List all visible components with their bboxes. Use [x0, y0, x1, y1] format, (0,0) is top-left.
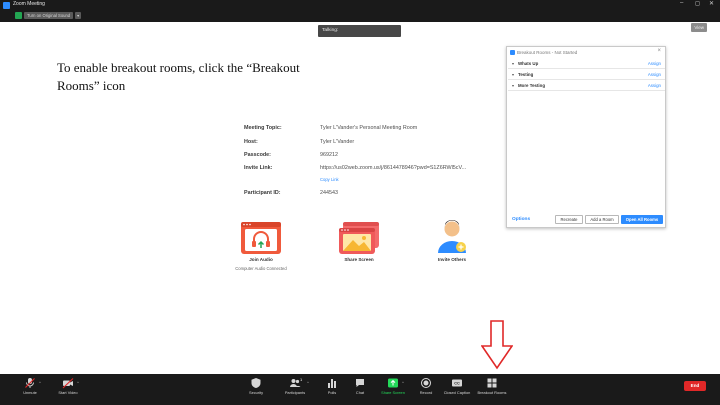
invite-others-tile[interactable]: Invite Others	[430, 219, 474, 262]
svg-text:CC: CC	[454, 382, 460, 386]
red-arrow-down-icon	[481, 320, 513, 370]
room-row-more-testing[interactable]: ▾ More Testing Assign	[508, 81, 665, 91]
info-label: Meeting Topic:	[244, 125, 282, 131]
join-audio-label: Join Audio	[249, 257, 273, 262]
unmute-button[interactable]: ^ Unmute	[12, 376, 48, 400]
share-screen-icon	[388, 378, 398, 388]
video-off-icon	[62, 378, 74, 389]
shield-icon	[251, 378, 261, 388]
instruction-text: To enable breakout rooms, click the “Bre…	[57, 59, 357, 95]
zoom-app-icon	[510, 50, 515, 55]
security-button[interactable]: Security	[238, 376, 274, 400]
invite-others-label: Invite Others	[437, 257, 467, 262]
breakout-rooms-label: Breakout Rooms	[477, 390, 507, 395]
participants-count: 1	[300, 377, 303, 382]
zoom-meeting-window: Zoom Meeting – ◻ ✕ Turn on Original Soun…	[0, 0, 720, 405]
info-label: Passcode:	[244, 152, 271, 158]
invite-link-value: https://us02web.zoom.us/j/8614478946?pwd…	[320, 165, 467, 171]
minimize-icon[interactable]: –	[680, 0, 683, 6]
add-room-button[interactable]: Add a Room	[585, 215, 619, 224]
instruction-line-2: Rooms” icon	[57, 78, 126, 93]
info-value: 244543	[320, 190, 338, 196]
participants-button[interactable]: 1 ^ Participants	[277, 376, 313, 400]
close-icon[interactable]: ✕	[709, 0, 714, 7]
room-name: More Testing	[518, 83, 545, 88]
shield-icon[interactable]	[15, 11, 22, 19]
zoom-app-icon	[3, 2, 10, 9]
chevron-up-icon[interactable]: ^	[307, 380, 309, 385]
maximize-icon[interactable]: ◻	[695, 0, 700, 7]
view-button[interactable]: View	[691, 23, 707, 32]
chat-icon	[356, 379, 364, 387]
panel-footer: Options Recreate Add a Room Open All Roo…	[507, 214, 665, 226]
join-audio-tile[interactable]: Join Audio Computer Audio Connected	[235, 221, 287, 271]
options-button[interactable]: Options	[512, 217, 530, 222]
title-bar: Zoom Meeting – ◻ ✕ Turn on Original Soun…	[0, 0, 720, 22]
talking-indicator: Talking:	[318, 25, 401, 37]
meeting-toolbar: ^ Unmute ^ Start Video Security 1 ^ Part…	[0, 374, 720, 405]
info-label: Invite Link:	[244, 165, 273, 171]
start-video-button[interactable]: ^ Start Video	[50, 376, 86, 400]
info-label: Participant ID:	[244, 190, 281, 196]
info-value: Tyler L'Vander's Personal Meeting Room	[320, 125, 418, 131]
breakout-rooms-panel: Breakout Rooms - Not Started × ▾ Whats U…	[506, 46, 666, 228]
copy-link[interactable]: Copy Link	[320, 177, 339, 182]
breakout-rooms-icon	[487, 378, 497, 388]
room-row-testing[interactable]: ▾ Testing Assign	[508, 70, 665, 80]
assign-link[interactable]: Assign	[648, 61, 661, 66]
room-name: Whats Up	[518, 61, 539, 66]
breakout-rooms-button[interactable]: Breakout Rooms	[474, 376, 510, 400]
info-value: 969212	[320, 152, 338, 158]
closed-caption-icon: CC	[452, 379, 462, 387]
info-value: Tyler L'Vander	[320, 139, 355, 145]
chevron-down-icon[interactable]: ▾	[512, 72, 514, 77]
room-row-whats-up[interactable]: ▾ Whats Up Assign	[508, 59, 665, 69]
start-video-label: Start Video	[58, 390, 78, 395]
share-screen-label: Share Screen	[344, 257, 374, 262]
closed-caption-button[interactable]: CC Closed Caption	[439, 376, 475, 400]
audio-status: Computer Audio Connected	[235, 266, 287, 271]
invite-others-icon	[438, 220, 466, 253]
close-icon[interactable]: ×	[657, 48, 661, 54]
assign-link[interactable]: Assign	[648, 83, 661, 88]
share-screen-tile[interactable]: Share Screen	[337, 221, 381, 262]
polls-icon	[328, 379, 336, 388]
chevron-up-icon[interactable]: ^	[39, 380, 41, 385]
recreate-button[interactable]: Recreate	[555, 215, 583, 224]
chevron-down-icon[interactable]: ▾	[512, 83, 514, 88]
original-sound-button[interactable]: Turn on Original Sound	[24, 11, 74, 19]
chevron-down-icon[interactable]: ▾	[75, 11, 82, 19]
panel-title: Breakout Rooms - Not Started	[517, 50, 578, 55]
original-sound-control: Turn on Original Sound ▾	[15, 11, 82, 19]
join-audio-icon	[241, 222, 281, 254]
end-button[interactable]: End	[684, 381, 706, 391]
microphone-muted-icon	[25, 378, 35, 388]
chevron-up-icon[interactable]: ^	[77, 380, 79, 385]
share-screen-icon	[339, 222, 379, 254]
info-label: Host:	[244, 139, 258, 145]
record-icon	[421, 378, 431, 388]
open-all-rooms-button[interactable]: Open All Rooms	[621, 215, 663, 224]
room-name: Testing	[518, 72, 534, 77]
assign-link[interactable]: Assign	[648, 72, 661, 77]
share-screen-button[interactable]: ^ Share Screen	[375, 376, 411, 400]
window-title: Zoom Meeting	[13, 1, 45, 7]
chevron-down-icon[interactable]: ▾	[512, 61, 514, 66]
instruction-line-1: To enable breakout rooms, click the “Bre…	[57, 60, 300, 75]
chat-button[interactable]: Chat	[342, 376, 378, 400]
chevron-up-icon[interactable]: ^	[402, 380, 404, 385]
